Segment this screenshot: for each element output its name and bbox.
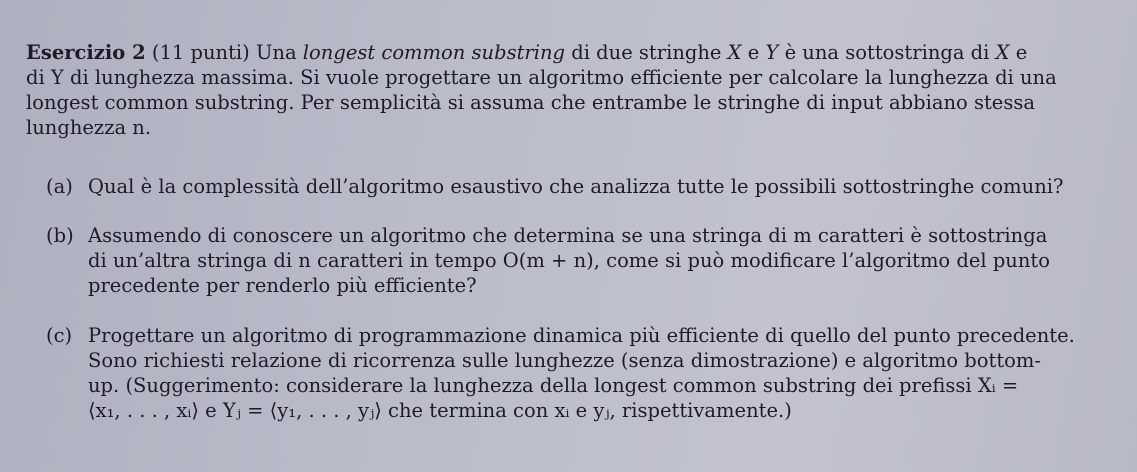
question-label: (c): [46, 324, 73, 347]
question-label: (b): [46, 224, 74, 247]
intro-text: è una sottostringa di: [778, 41, 996, 64]
exercise-points: (11 punti): [151, 41, 250, 64]
question-b: (b) Assumendo di conoscere un algoritmo …: [46, 223, 1096, 298]
question-body: Qual è la complessità dell’algoritmo esa…: [88, 174, 1096, 199]
intro-text: di due stringhe: [565, 41, 728, 64]
exercise-intro: Esercizio 2 (11 punti) Una longest commo…: [26, 40, 1096, 140]
exercise-page: Esercizio 2 (11 punti) Una longest commo…: [0, 0, 1137, 472]
math-var: X: [727, 41, 742, 64]
intro-line-4: lunghezza n.: [26, 116, 152, 139]
intro-italic-term: longest common substring: [302, 41, 566, 64]
question-c: (c) Progettare un algoritmo di programma…: [46, 323, 1096, 423]
question-line: Assumendo di conoscere un algoritmo che …: [88, 224, 1048, 247]
exercise-title: Esercizio 2: [26, 41, 146, 64]
question-line: di un’altra stringa di n caratteri in te…: [88, 249, 1051, 272]
question-body: Assumendo di conoscere un algoritmo che …: [88, 223, 1096, 298]
math-var: Y: [765, 41, 779, 64]
intro-text: e: [1009, 41, 1028, 64]
question-line: Sono richiesti relazione di ricorrenza s…: [88, 349, 1042, 372]
question-line: up. (Suggerimento: considerare la lunghe…: [88, 374, 1019, 397]
question-line: precedente per renderlo più efficiente?: [88, 274, 477, 297]
question-a: (a) Qual è la complessità dell’algoritmo…: [46, 174, 1096, 199]
intro-line-3: longest common substring. Per semplicità…: [26, 91, 1035, 114]
question-line: ⟨x₁, . . . , xᵢ⟩ e Yⱼ = ⟨y₁, . . . , yⱼ⟩…: [88, 399, 792, 422]
question-label: (a): [46, 175, 73, 198]
math-var: X: [995, 41, 1010, 64]
question-line: Progettare un algoritmo di programmazion…: [88, 324, 1075, 347]
intro-line-1: Esercizio 2 (11 punti) Una longest commo…: [26, 40, 1096, 65]
intro-line-2: di Y di lunghezza massima. Si vuole prog…: [26, 66, 1057, 89]
intro-text: Una: [255, 41, 303, 64]
intro-text: e: [741, 41, 766, 64]
question-body: Progettare un algoritmo di programmazion…: [88, 323, 1096, 423]
question-line: Qual è la complessità dell’algoritmo esa…: [88, 175, 1064, 198]
